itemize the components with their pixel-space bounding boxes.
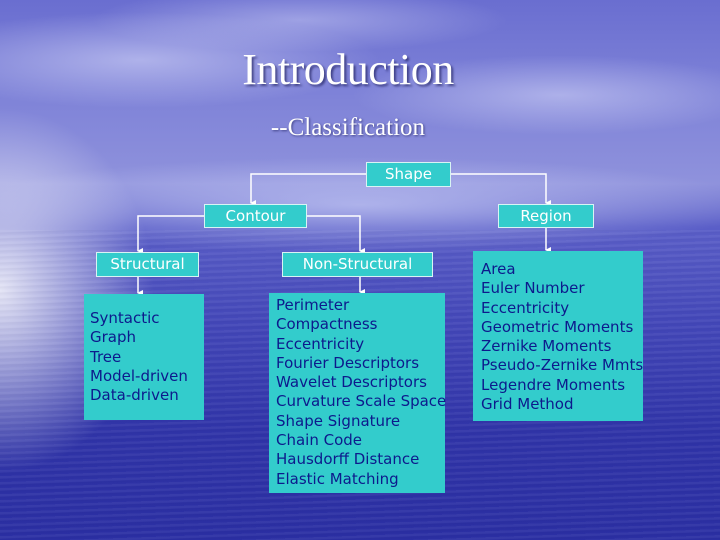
connector-shape-region: [451, 173, 551, 206]
list-item: Tree: [90, 347, 122, 366]
node-structural-label: Structural: [110, 255, 185, 273]
list-item: Compactness: [276, 315, 378, 334]
list-item: Eccentricity: [276, 334, 365, 353]
list-item: Chain Code: [276, 431, 363, 450]
node-shape-label: Shape: [385, 165, 432, 183]
list-item: Model-driven: [90, 366, 188, 385]
list-item: Perimeter: [276, 296, 350, 314]
node-structural: Structural: [96, 252, 199, 277]
list-item: Data-driven: [90, 386, 179, 405]
list-item: Graph: [90, 328, 137, 347]
list-item: Legendre Moments: [481, 375, 626, 394]
list-item: Area: [481, 260, 516, 278]
list-item: Pseudo-Zernike Mmts: [481, 356, 644, 375]
structural-methods-list: Syntactic Graph Tree Model-driven Data-d…: [84, 294, 204, 420]
node-shape: Shape: [366, 162, 451, 187]
list-item: Euler Number: [481, 279, 585, 298]
list-item: Curvature Scale Space: [276, 392, 447, 411]
list-item: Elastic Matching: [276, 469, 399, 488]
list-item: Geometric Moments: [481, 317, 634, 336]
node-region: Region: [498, 204, 594, 228]
list-item: Fourier Descriptors: [276, 353, 420, 372]
list-item: Hausdorff Distance: [276, 450, 420, 469]
node-non-structural-label: Non-Structural: [302, 255, 413, 273]
list-item: Zernike Moments: [481, 337, 612, 356]
node-contour-label: Contour: [225, 207, 286, 225]
connector-contour-structural: [137, 215, 204, 254]
region-methods-list: Area Euler Number Eccentricity Geometric…: [473, 251, 643, 421]
list-item: Wavelet Descriptors: [276, 373, 427, 392]
list-item: Shape Signature: [276, 411, 401, 430]
node-contour: Contour: [204, 204, 307, 228]
list-item: Grid Method: [481, 395, 574, 414]
node-region-label: Region: [520, 207, 572, 225]
node-non-structural: Non-Structural: [282, 252, 433, 277]
connector-contour-nonstructural: [307, 215, 365, 254]
connector-shape-contour: [250, 173, 366, 206]
list-item: Syntactic: [90, 309, 160, 327]
non-structural-methods-list: Perimeter Compactness Eccentricity Fouri…: [269, 293, 447, 493]
list-item: Eccentricity: [481, 298, 570, 317]
